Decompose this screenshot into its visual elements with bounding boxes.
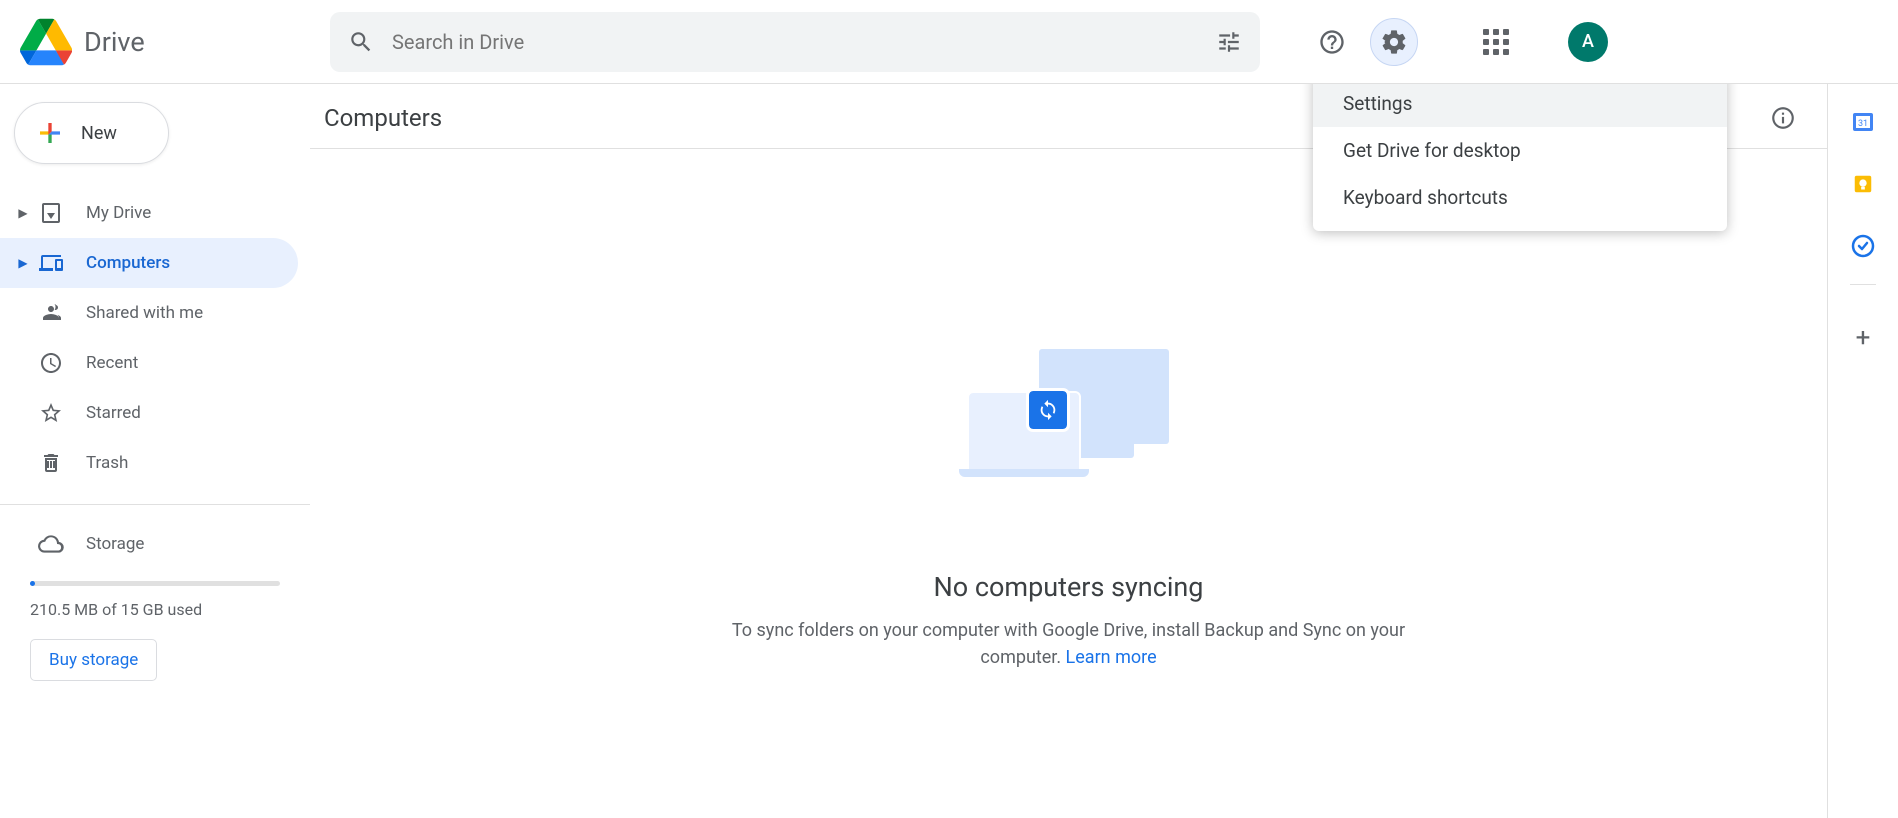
side-app-tasks[interactable] [1851, 234, 1875, 258]
main-content: Computers Settings Get Drive for desktop… [310, 84, 1828, 818]
storage-bar [30, 581, 280, 586]
empty-title: No computers syncing [934, 571, 1204, 603]
help-button[interactable] [1308, 18, 1356, 66]
side-app-calendar[interactable]: 31 [1851, 110, 1875, 134]
divider [0, 504, 310, 505]
settings-button[interactable] [1370, 18, 1418, 66]
search-bar[interactable] [330, 12, 1260, 72]
empty-illustration [969, 349, 1169, 479]
side-panel: 31 + [1828, 84, 1898, 818]
cloud-icon [38, 531, 64, 557]
new-button[interactable]: New [14, 102, 169, 164]
sidebar-item-label: Storage [86, 534, 144, 554]
sidebar-item-computers[interactable]: ▶ Computers [0, 238, 298, 288]
gear-icon [1380, 28, 1408, 56]
storage-text: 210.5 MB of 15 GB used [30, 600, 310, 619]
avatar[interactable]: A [1568, 22, 1608, 62]
apps-grid-icon [1483, 29, 1509, 55]
svg-text:31: 31 [1858, 119, 1868, 129]
plus-icon [35, 118, 65, 148]
computers-icon [38, 250, 64, 276]
sidebar-item-trash[interactable]: ▶ Trash [0, 438, 298, 488]
sidebar-item-my-drive[interactable]: ▶ My Drive [0, 188, 298, 238]
sidebar-item-label: Starred [86, 403, 141, 423]
drive-logo-icon [20, 18, 72, 66]
search-icon [348, 29, 374, 55]
star-icon [38, 400, 64, 426]
details-button[interactable] [1769, 104, 1797, 132]
shared-icon [38, 300, 64, 326]
sidebar: New ▶ My Drive ▶ Computers ▶ [0, 84, 310, 818]
buy-storage-button[interactable]: Buy storage [30, 639, 157, 681]
sidebar-item-label: Recent [86, 353, 138, 373]
my-drive-icon [38, 200, 64, 226]
calendar-icon: 31 [1851, 110, 1875, 134]
search-input[interactable] [374, 30, 1216, 54]
keep-icon [1852, 173, 1874, 195]
menu-item-drive-desktop[interactable]: Get Drive for desktop [1313, 127, 1727, 174]
add-app-button[interactable]: + [1856, 323, 1871, 353]
chevron-right-icon: ▶ [14, 206, 32, 220]
page-title: Computers [324, 104, 442, 132]
storage-bar-fill [30, 581, 35, 586]
divider [1850, 284, 1876, 285]
info-icon [1770, 105, 1796, 131]
tasks-icon [1851, 234, 1875, 258]
app-header: Drive A [0, 0, 1898, 84]
sidebar-item-shared[interactable]: ▶ Shared with me [0, 288, 298, 338]
sidebar-item-label: My Drive [86, 203, 151, 223]
sidebar-item-storage[interactable]: ▶ Storage [0, 519, 298, 569]
sidebar-item-label: Computers [86, 253, 170, 273]
menu-item-settings[interactable]: Settings [1313, 84, 1727, 127]
menu-item-shortcuts[interactable]: Keyboard shortcuts [1313, 174, 1727, 221]
apps-button[interactable] [1472, 18, 1520, 66]
empty-state: No computers syncing To sync folders on … [310, 149, 1827, 818]
trash-icon [38, 450, 64, 476]
help-icon [1318, 28, 1346, 56]
side-app-keep[interactable] [1851, 172, 1875, 196]
learn-more-link[interactable]: Learn more [1066, 647, 1157, 668]
header-actions: A [1308, 18, 1608, 66]
settings-menu: Settings Get Drive for desktop Keyboard … [1313, 84, 1727, 231]
sidebar-item-starred[interactable]: ▶ Starred [0, 388, 298, 438]
sync-icon [1029, 391, 1067, 429]
sidebar-item-recent[interactable]: ▶ Recent [0, 338, 298, 388]
chevron-right-icon: ▶ [14, 256, 32, 270]
logo[interactable]: Drive [20, 18, 330, 66]
tune-icon[interactable] [1216, 29, 1242, 55]
sidebar-item-label: Trash [86, 453, 128, 473]
nav: ▶ My Drive ▶ Computers ▶ Shared with me [0, 188, 310, 569]
recent-icon [38, 350, 64, 376]
new-button-label: New [81, 123, 117, 144]
sidebar-item-label: Shared with me [86, 303, 203, 323]
product-name: Drive [84, 26, 145, 58]
empty-subtitle: To sync folders on your computer with Go… [719, 617, 1419, 671]
